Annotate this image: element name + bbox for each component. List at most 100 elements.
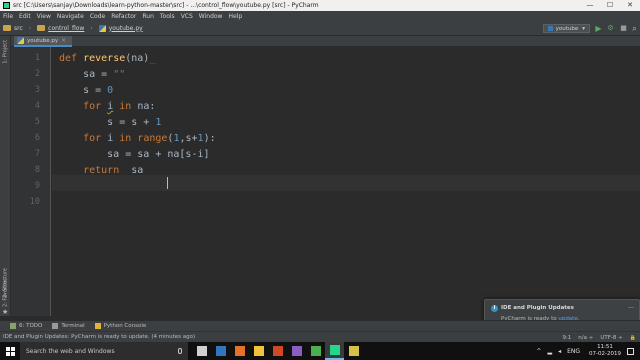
taskbar-app-app-yellow[interactable] — [344, 342, 363, 360]
tool-windows-bar: 6: TODO Terminal Python Console — [0, 320, 640, 331]
python-file-icon — [98, 24, 106, 32]
microphone-icon[interactable] — [178, 348, 182, 354]
project-tool-tab[interactable]: 1: Project — [1, 40, 10, 64]
line-number: 1 — [34, 53, 40, 63]
menu-edit[interactable]: Edit — [19, 13, 31, 20]
python-console-tool-button[interactable]: Python Console — [94, 323, 147, 329]
action-center-icon[interactable] — [627, 347, 634, 355]
clock-time: 11:51 — [597, 344, 613, 350]
network-icon[interactable]: ▂ — [547, 348, 552, 355]
code-token: s = s + — [59, 117, 156, 128]
clock-date: 07-02-2019 — [589, 351, 621, 357]
menu-window[interactable]: Window — [199, 13, 223, 20]
menu-view[interactable]: View — [37, 13, 51, 20]
run-button[interactable]: ▶ — [594, 24, 603, 33]
close-tab-icon[interactable]: × — [61, 37, 66, 44]
firefox-icon — [234, 346, 245, 356]
folder-icon — [3, 25, 11, 31]
menu-refactor[interactable]: Refactor — [111, 13, 136, 20]
notification-title: IDE and Plugin Updates — [501, 305, 574, 311]
code-line: s = s + 1 — [59, 115, 161, 131]
code-token: sa = sa + na[s-i] — [59, 149, 210, 160]
caret-position[interactable]: 9:1 — [562, 335, 571, 341]
breadcrumb-separator: › — [90, 24, 93, 32]
python-console-label: Python Console — [103, 323, 147, 329]
folder-icon — [37, 25, 46, 31]
tray-chevron-icon[interactable]: ^ — [536, 348, 541, 355]
text-caret — [167, 177, 168, 189]
code-token: def — [59, 53, 84, 64]
breadcrumb-control-flow[interactable]: control_flow — [37, 25, 84, 32]
task-view-icon — [196, 346, 207, 356]
navigation-bar: src › control_flow › youtube.py youtube … — [0, 21, 640, 36]
line-separator[interactable]: n/a ÷ — [578, 335, 593, 341]
lock-icon[interactable]: 🔒 — [630, 335, 636, 341]
search-placeholder: Search the web and Windows — [26, 347, 115, 355]
code-token: for — [83, 101, 108, 112]
windows-logo-icon — [5, 346, 15, 356]
line-number: 6 — [34, 133, 40, 143]
taskbar-app-task-view[interactable] — [192, 342, 211, 360]
file-encoding[interactable]: UTF-8 ÷ — [600, 335, 622, 341]
start-button[interactable] — [0, 342, 20, 360]
menu-navigate[interactable]: Navigate — [57, 13, 84, 20]
line-number: 2 — [34, 69, 40, 79]
menu-run[interactable]: Run — [142, 13, 154, 20]
code-token: in — [119, 133, 138, 144]
office-icon — [272, 346, 283, 356]
project-tab-label: 1: Project — [2, 40, 9, 64]
status-message[interactable]: IDE and Plugin Updates: PyCharm is ready… — [3, 334, 195, 340]
window-controls: — ☐ ✕ — [580, 0, 640, 11]
terminal-tool-button[interactable]: Terminal — [52, 323, 85, 329]
debug-button[interactable]: ⚙ — [606, 24, 615, 33]
title-bar: src [C:\Users\sanjay\Downloads\learn-pyt… — [0, 0, 640, 11]
menu-file[interactable]: File — [3, 13, 13, 20]
volume-icon[interactable]: ◂ — [558, 348, 561, 355]
editor-tab-label: youtube.py — [27, 37, 59, 44]
code-token: (na) — [125, 53, 150, 64]
edge-icon — [215, 346, 226, 356]
menu-vcs[interactable]: VCS — [181, 13, 193, 20]
code-editor[interactable]: def reverse(na)_ sa = "" s = 0 for i in … — [52, 47, 640, 316]
menu-code[interactable]: Code — [90, 13, 105, 20]
favorites-tool-tab-label[interactable]: 2: Favorites — [1, 278, 10, 307]
terminal-label: Terminal — [61, 323, 85, 329]
notification-close-button[interactable]: — — [628, 304, 634, 311]
breadcrumb-label: youtube.py — [108, 24, 143, 32]
clock[interactable]: 11:51 07-02-2019 — [589, 344, 621, 358]
breadcrumb-src[interactable]: src — [3, 25, 23, 32]
menu-tools[interactable]: Tools — [160, 13, 175, 20]
todo-tool-button[interactable]: 6: TODO — [10, 323, 42, 329]
menu-help[interactable]: Help — [228, 13, 242, 20]
minimize-button[interactable]: — — [580, 0, 600, 11]
code-token: range — [137, 133, 168, 144]
taskbar-app-firefox[interactable] — [230, 342, 249, 360]
taskbar-app-office[interactable] — [268, 342, 287, 360]
taskbar-search-box[interactable]: Search the web and Windows — [20, 342, 188, 360]
taskbar-app-chrome[interactable] — [306, 342, 325, 360]
taskbar-app-edge[interactable] — [211, 342, 230, 360]
windows-taskbar: Search the web and Windows ^ ▂ ◂ ENG 11:… — [0, 342, 640, 360]
window-title: src [C:\Users\sanjay\Downloads\learn-pyt… — [13, 2, 319, 9]
breadcrumb-youtube-py[interactable]: youtube.py — [98, 24, 143, 32]
code-token: "" — [113, 69, 126, 80]
code-token: ,s+ — [179, 133, 198, 144]
todo-icon — [10, 323, 16, 329]
star-icon: ★ — [2, 308, 9, 316]
taskbar-app-file-explorer[interactable] — [249, 342, 268, 360]
code-token: s = — [59, 85, 108, 96]
python-icon — [547, 26, 553, 31]
close-button[interactable]: ✕ — [620, 0, 640, 11]
maximize-button[interactable]: ☐ — [600, 0, 620, 11]
taskbar-app-pycharm[interactable] — [325, 342, 344, 360]
taskbar-app-visual-studio[interactable] — [287, 342, 306, 360]
pycharm-icon — [3, 2, 10, 9]
line-number: 8 — [34, 165, 40, 175]
stop-button[interactable]: ■ — [619, 24, 628, 33]
line-number: 5 — [34, 117, 40, 127]
language-indicator[interactable]: ENG — [567, 348, 580, 355]
editor-tab-youtube-py[interactable]: youtube.py × — [14, 36, 73, 47]
search-icon[interactable]: ⌕ — [630, 24, 639, 33]
run-configuration-dropdown[interactable]: youtube ▾ — [542, 24, 590, 33]
chrome-icon — [310, 346, 321, 356]
